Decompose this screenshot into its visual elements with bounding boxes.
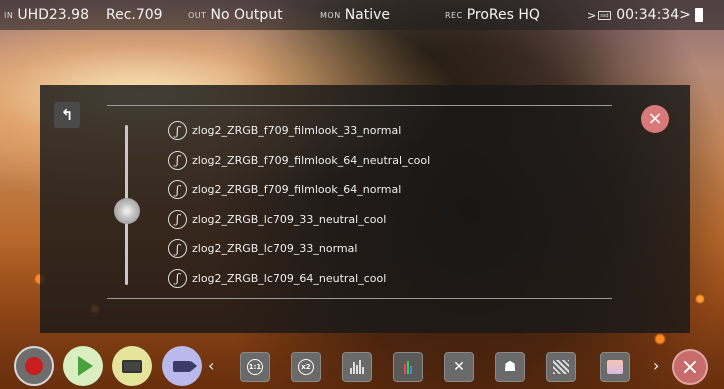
close-toolbar-button[interactable]: ×: [672, 349, 708, 385]
lut-button[interactable]: [600, 352, 630, 382]
zoom-icon: 1:1: [247, 359, 263, 375]
monitor-icon: [122, 359, 142, 373]
lut-file-name: zlog2_ZRGB_f709_filmlook_64_neutral_cool: [192, 153, 431, 167]
scroll-knob[interactable]: [114, 198, 140, 224]
lut-file-icon: ʃ: [168, 180, 187, 200]
vectorscope-button[interactable]: ✕: [444, 352, 474, 382]
lut-file-icon: ʃ: [168, 150, 187, 170]
output-value: No Output: [210, 7, 283, 23]
lut-file-name: zlog2_ZRGB_f709_filmlook_33_normal: [192, 124, 402, 138]
colour-space: Rec.709: [106, 7, 163, 23]
lut-file-list: ʃ zlog2_ZRGB_f709_filmlook_33_normal ʃ z…: [168, 116, 430, 293]
rgb-parade-button[interactable]: [393, 352, 423, 382]
lut-file-name: zlog2_ZRGB_lc709_33_normal: [192, 242, 358, 256]
lut-file-name: zlog2_ZRGB_f709_filmlook_64_normal: [192, 183, 402, 197]
battery-icon: [694, 8, 703, 22]
record-codec-status[interactable]: REC ProRes HQ: [445, 0, 540, 30]
waveform-icon: [350, 360, 364, 374]
back-arrow-icon: ↰: [60, 106, 74, 124]
lut-file-item[interactable]: ʃ zlog2_ZRGB_lc709_64_neutral_cool: [168, 264, 430, 294]
input-tag: IN: [4, 10, 14, 20]
monitor-mode-button[interactable]: [112, 346, 152, 386]
input-status[interactable]: IN UHD23.98: [4, 0, 89, 30]
input-format: UHD23.98: [17, 7, 89, 23]
play-button[interactable]: [63, 346, 103, 386]
waveform-button[interactable]: [342, 352, 372, 382]
colour-space-status[interactable]: Rec.709: [106, 0, 163, 30]
divider-top: [107, 105, 612, 106]
lut-file-item[interactable]: ʃ zlog2_ZRGB_lc709_33_neutral_cool: [168, 205, 430, 235]
ssd-icon: [598, 10, 612, 20]
record-button[interactable]: [14, 346, 54, 386]
record-icon: [25, 357, 43, 375]
close-circle-icon: ×: [680, 354, 700, 380]
play-icon: [78, 356, 93, 376]
codec: ProRes HQ: [466, 7, 540, 23]
close-icon: ×: [647, 108, 663, 129]
monitor-value: Native: [344, 7, 391, 23]
chevron-left-icon[interactable]: ‹: [208, 356, 214, 375]
tag-icon: [173, 360, 197, 372]
output-tag: OUT: [188, 10, 207, 20]
remaining-prefix: >: [587, 8, 597, 22]
remaining-time-status[interactable]: > 00:34:34>: [587, 0, 703, 30]
zebra-icon: [553, 360, 569, 374]
lut-file-icon: ʃ: [168, 268, 187, 288]
vectorscope-icon: ✕: [453, 359, 465, 375]
back-button[interactable]: ↰: [54, 102, 80, 128]
lut-file-item[interactable]: ʃ zlog2_ZRGB_f709_filmlook_64_neutral_co…: [168, 146, 430, 176]
rgb-parade-icon: [404, 360, 412, 374]
lut-file-item[interactable]: ʃ zlog2_ZRGB_f709_filmlook_64_normal: [168, 175, 430, 205]
bottom-toolbar: ‹ 1:1 x2 ✕ ☗ › ×: [0, 344, 724, 389]
divider-bottom: [107, 298, 612, 299]
anamorphic-button[interactable]: x2: [291, 352, 321, 382]
lut-file-name: zlog2_ZRGB_lc709_64_neutral_cool: [192, 271, 387, 285]
lut-file-item[interactable]: ʃ zlog2_ZRGB_lc709_33_normal: [168, 234, 430, 264]
chevron-right-icon[interactable]: ›: [653, 356, 659, 375]
zoom-button[interactable]: 1:1: [240, 352, 270, 382]
rec-tag: REC: [445, 10, 463, 20]
lut-file-icon: ʃ: [168, 239, 187, 259]
lut-file-icon: ʃ: [168, 121, 187, 141]
status-bar: IN UHD23.98 Rec.709 OUT No Output MON Na…: [0, 0, 724, 30]
anamorphic-icon: x2: [298, 359, 314, 375]
remaining-time: 00:34:34>: [616, 7, 691, 23]
lut-file-item[interactable]: ʃ zlog2_ZRGB_f709_filmlook_33_normal: [168, 116, 430, 146]
monitor-tag: MON: [320, 10, 341, 20]
lut-browser-panel: ↰ × ʃ zlog2_ZRGB_f709_filmlook_33_normal…: [40, 85, 690, 333]
zebra-button[interactable]: [546, 352, 576, 382]
person-icon: ☗: [503, 359, 517, 375]
tag-button[interactable]: [162, 346, 202, 386]
false-colour-button[interactable]: ☗: [495, 352, 525, 382]
lut-file-icon: ʃ: [168, 209, 187, 229]
close-browser-button[interactable]: ×: [641, 105, 669, 133]
lut-file-name: zlog2_ZRGB_lc709_33_neutral_cool: [192, 212, 387, 226]
output-status[interactable]: OUT No Output: [188, 0, 283, 30]
monitor-status[interactable]: MON Native: [320, 0, 390, 30]
lut-icon: [607, 360, 623, 374]
